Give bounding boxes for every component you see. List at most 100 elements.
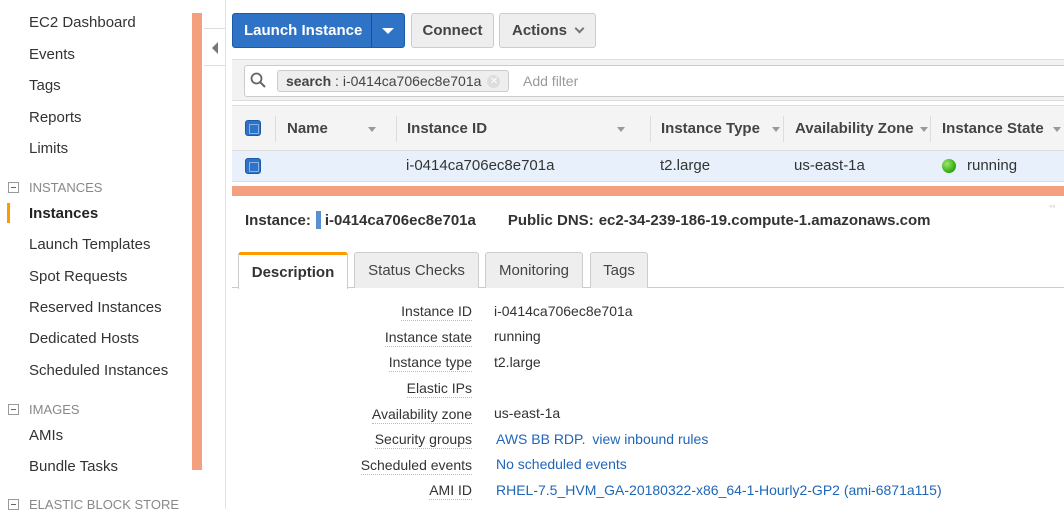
collapse-icon[interactable]	[8, 404, 19, 415]
public-dns-value: ec2-34-239-186-19.compute-1.amazonaws.co…	[598, 211, 931, 229]
sort-icon[interactable]	[771, 126, 780, 132]
section-title: IMAGES	[29, 402, 80, 417]
sidebar-section-instances[interactable]: INSTANCES	[8, 180, 102, 195]
field-value-ami-id[interactable]: RHEL-7.5_HVM_GA-20180322-x86_64-1-Hourly…	[496, 482, 942, 498]
filter-token[interactable]: search : i-0414ca706ec8e701a ✕	[277, 70, 510, 92]
panel-resize-bar[interactable]	[232, 186, 1064, 196]
sidebar-section-images[interactable]: IMAGES	[8, 402, 80, 417]
cell-instance-state: running	[967, 157, 1018, 174]
add-filter-placeholder[interactable]: Add filter	[523, 73, 578, 89]
column-header-instance-id[interactable]: Instance ID	[407, 120, 626, 137]
connect-button[interactable]: Connect	[411, 13, 494, 48]
active-indicator	[7, 203, 10, 223]
sidebar-item-instances[interactable]: Instances	[29, 205, 98, 222]
caret-down-icon[interactable]	[382, 28, 394, 34]
running-status-icon	[942, 159, 956, 173]
security-group-link[interactable]: AWS BB RDP.	[496, 431, 585, 447]
column-separator	[650, 116, 651, 142]
tab-monitoring[interactable]: Monitoring	[485, 252, 583, 288]
tab-label: Tags	[603, 262, 635, 279]
sidebar: EC2 Dashboard Events Tags Reports Limits…	[0, 0, 192, 512]
column-header-label: Availability Zone	[795, 120, 914, 137]
tab-status-checks[interactable]: Status Checks	[354, 252, 479, 288]
sidebar-item-tags[interactable]: Tags	[29, 77, 61, 94]
cell-availability-zone: us-east-1a	[794, 157, 865, 174]
sidebar-item-ec2-dashboard[interactable]: EC2 Dashboard	[29, 14, 136, 31]
tab-description[interactable]: Description	[238, 252, 348, 289]
sidebar-item-events[interactable]: Events	[29, 46, 75, 63]
section-title: INSTANCES	[29, 180, 103, 195]
filter-token-value: i-0414ca706ec8e701a	[342, 73, 482, 89]
cell-instance-id: i-0414ca706ec8e701a	[406, 157, 555, 174]
field-label-instance-type: Instance type	[388, 354, 472, 372]
field-label-ami-id: AMI ID	[429, 482, 472, 500]
row-checkbox[interactable]	[245, 158, 261, 174]
section-title: ELASTIC BLOCK STORE	[29, 497, 180, 512]
chevron-down-icon	[574, 23, 585, 33]
cell-instance-type: t2.large	[660, 157, 711, 174]
sort-icon[interactable]	[919, 126, 928, 132]
sidebar-item-amis[interactable]: AMIs	[29, 427, 63, 444]
sidebar-item-scheduled-instances[interactable]: Scheduled Instances	[29, 362, 168, 379]
column-separator	[396, 116, 397, 142]
instance-detail-header: Instance: i-0414ca706ec8e701a Public DNS…	[245, 211, 931, 229]
column-header-name[interactable]: Name	[287, 120, 376, 137]
table-header: Name Instance ID Instance Type Availabil…	[232, 105, 1064, 151]
field-value-instance-state: running	[494, 328, 541, 344]
field-value-security-groups: AWS BB RDP. view inbound rules	[496, 431, 708, 447]
instance-label: Instance:	[245, 211, 311, 229]
public-dns-label: Public DNS:	[507, 211, 594, 229]
sidebar-item-bundle-tasks[interactable]: Bundle Tasks	[29, 458, 118, 475]
tab-tags[interactable]: Tags	[590, 252, 648, 288]
sidebar-section-ebs[interactable]: ELASTIC BLOCK STORE	[8, 497, 179, 512]
field-label-availability-zone: Availability zone	[371, 406, 472, 424]
connect-label: Connect	[422, 22, 483, 39]
column-separator	[275, 116, 276, 142]
actions-button[interactable]: Actions	[499, 13, 596, 48]
column-header-instance-state[interactable]: Instance State	[942, 120, 1061, 137]
field-value-availability-zone: us-east-1a	[494, 405, 561, 421]
sort-icon[interactable]	[617, 126, 626, 132]
remove-filter-icon[interactable]: ✕	[487, 74, 501, 88]
sidebar-resize-stripe[interactable]	[192, 13, 202, 470]
column-header-label: Instance ID	[407, 120, 488, 137]
sort-icon[interactable]	[1052, 126, 1061, 132]
field-label-instance-id: Instance ID	[401, 303, 472, 321]
column-separator	[783, 116, 784, 142]
sidebar-item-spot-requests[interactable]: Spot Requests	[29, 268, 127, 285]
launch-instance-button[interactable]: Launch Instance	[232, 13, 405, 48]
filter-token-key: search	[286, 73, 332, 89]
select-all-checkbox[interactable]	[245, 120, 261, 136]
resize-grip-icon[interactable]: ◦◦	[1049, 201, 1055, 211]
field-label-scheduled-events: Scheduled events	[360, 457, 472, 475]
filter-input-box[interactable]: search : i-0414ca706ec8e701a ✕ Add filte…	[244, 65, 1064, 97]
tab-label: Description	[251, 263, 335, 281]
actions-label: Actions	[511, 22, 567, 39]
collapse-sidebar-button[interactable]	[204, 28, 226, 66]
field-label-elastic-ips: Elastic IPs	[406, 380, 472, 398]
collapse-icon[interactable]	[8, 499, 19, 510]
column-header-availability-zone[interactable]: Availability Zone	[795, 120, 928, 137]
collapse-icon[interactable]	[8, 182, 19, 193]
field-value-instance-type: t2.large	[494, 354, 541, 370]
field-label-security-groups: Security groups	[374, 431, 472, 449]
sidebar-item-limits[interactable]: Limits	[29, 140, 68, 157]
column-header-instance-type[interactable]: Instance Type	[661, 120, 780, 137]
detail-tabs: Description Status Checks Monitoring Tag…	[232, 251, 1064, 289]
column-header-label: Name	[287, 120, 328, 137]
field-value-instance-id: i-0414ca706ec8e701a	[494, 303, 633, 319]
sidebar-item-reserved-instances[interactable]: Reserved Instances	[29, 299, 162, 316]
filter-token-colon: :	[331, 73, 343, 89]
search-icon	[250, 72, 266, 88]
table-row[interactable]: i-0414ca706ec8e701a t2.large us-east-1a …	[232, 151, 1064, 182]
field-value-scheduled-events[interactable]: No scheduled events	[496, 456, 627, 472]
sort-icon[interactable]	[367, 126, 376, 132]
divider	[225, 0, 226, 509]
sidebar-item-dedicated-hosts[interactable]: Dedicated Hosts	[29, 330, 139, 347]
sidebar-item-launch-templates[interactable]: Launch Templates	[29, 236, 150, 253]
tab-label: Status Checks	[368, 262, 465, 279]
instance-id-value: i-0414ca706ec8e701a	[324, 211, 476, 229]
view-inbound-rules-link[interactable]: view inbound rules	[592, 431, 708, 447]
filter-bar: search : i-0414ca706ec8e701a ✕ Add filte…	[232, 59, 1064, 101]
sidebar-item-reports[interactable]: Reports	[29, 109, 82, 126]
